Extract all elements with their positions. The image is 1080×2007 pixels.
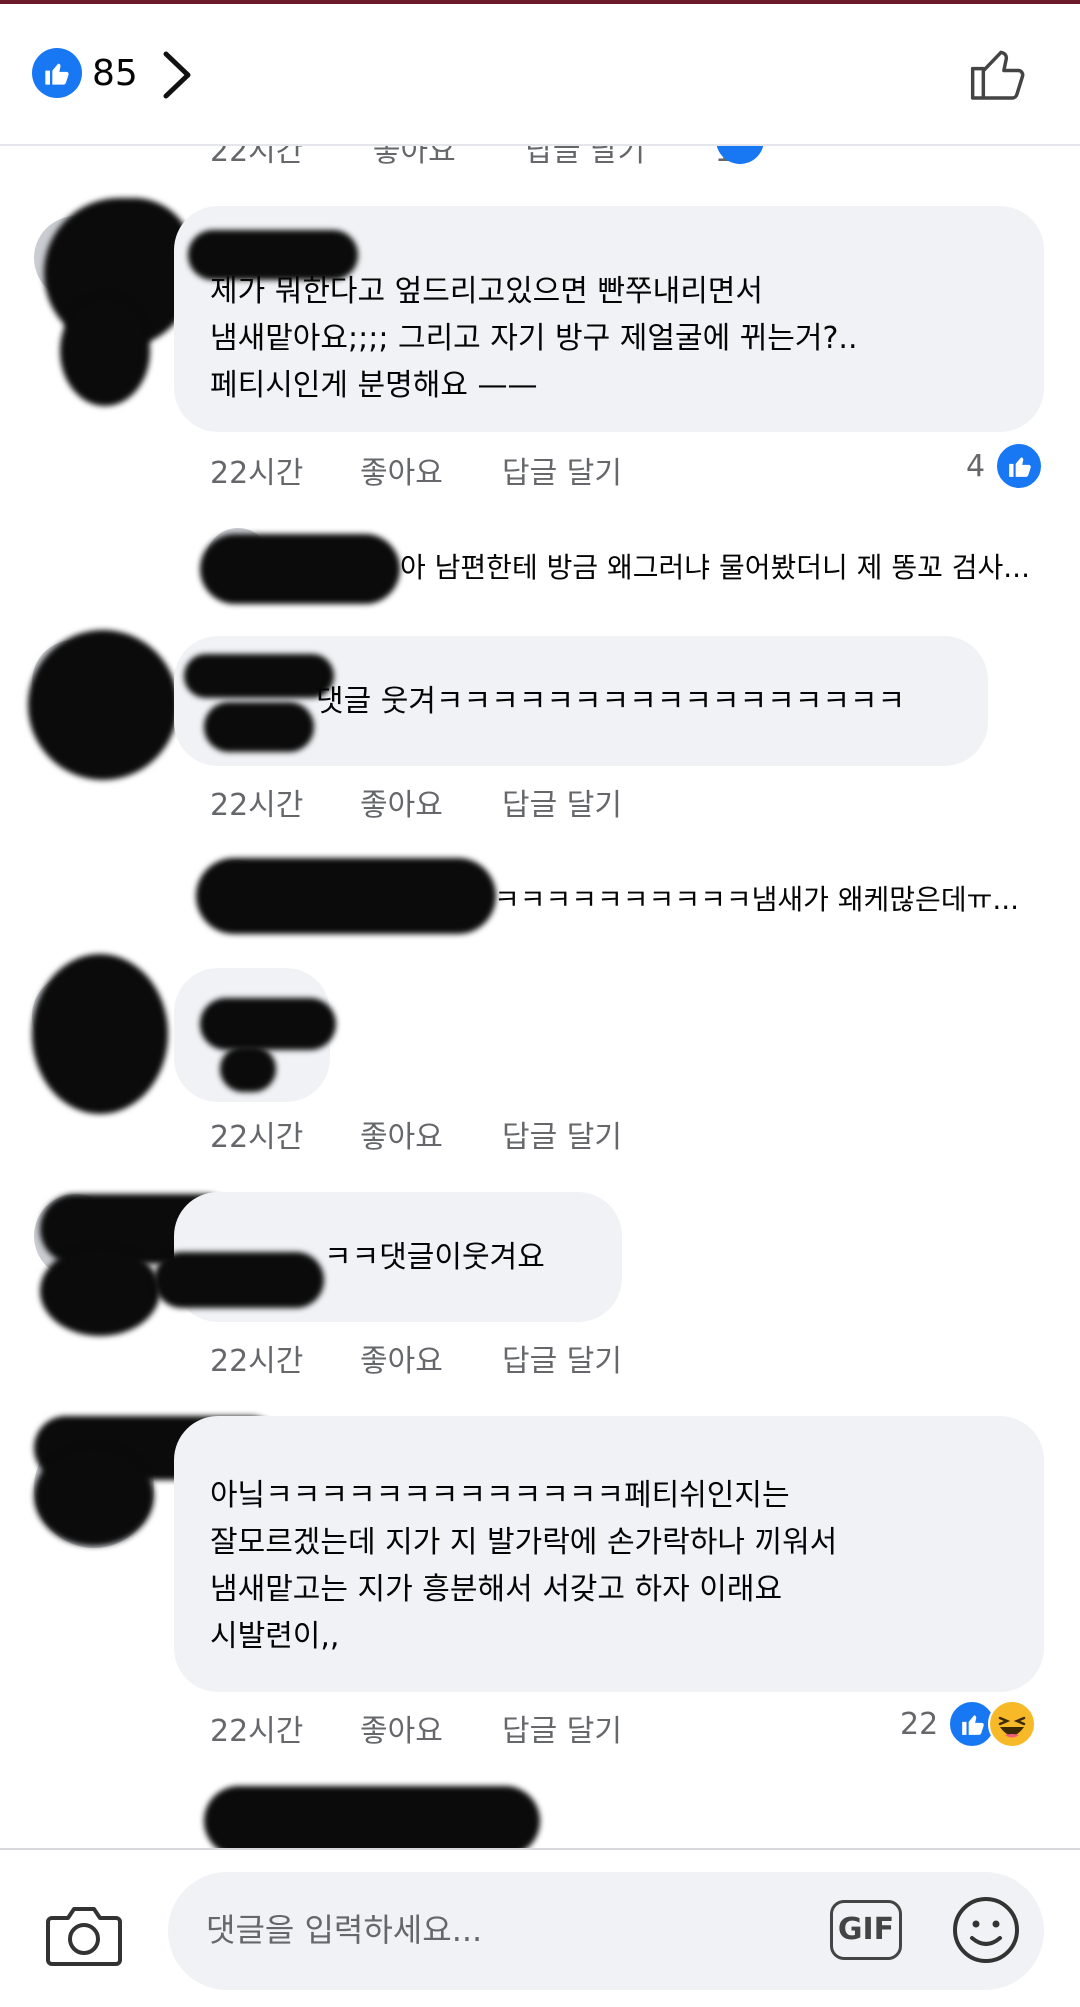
reply-button[interactable]: 답글 달기 [502, 1706, 622, 1750]
comment-bubble[interactable]: 아닠ㅋㅋㅋㅋㅋㅋㅋㅋㅋㅋㅋㅋㅋ페티쉬인지는 잘모르겠는데 지가 지 발가락에 손… [174, 1416, 1044, 1692]
comment-text: 아닠ㅋㅋㅋㅋㅋㅋㅋㅋㅋㅋㅋㅋㅋ페티쉬인지는 [210, 1478, 790, 1513]
comment-meta: 22시간 좋아요 답글 달기 [210, 1706, 622, 1750]
emoji-icon[interactable] [950, 1894, 1022, 1966]
reactions-header: 85 [0, 4, 1080, 146]
comment-feed[interactable]: 22시간 좋아요 답글 달기 1 제가 뭐한다고 엎드리고있으면 빤쭈내리면서 … [0, 146, 1080, 1848]
redaction [196, 858, 496, 934]
gif-button[interactable]: GIF [830, 1900, 902, 1960]
redaction [60, 296, 150, 406]
comment-text: 잘모르겠는데 지가 지 발가락에 손가락하나 끼워서 [210, 1525, 838, 1560]
comment-time: 22시간 [210, 1120, 304, 1155]
comment-text: 댓글 웃겨ㅋㅋㅋㅋㅋㅋㅋㅋㅋㅋㅋㅋㅋㅋㅋㅋㅋ [316, 684, 906, 719]
reaction-count: 22 [900, 1706, 939, 1742]
reply-preview[interactable]: 아 남편한테 방금 왜그러냐 물어봤더니 제 똥꼬 검사... [400, 546, 1030, 586]
comment-meta: 22시간 좋아요 답글 달기 [210, 780, 622, 824]
like-button[interactable]: 좋아요 [360, 780, 502, 824]
comment-text: 시발련이,, [210, 1619, 340, 1654]
redaction [204, 702, 314, 752]
camera-icon[interactable] [46, 1902, 122, 1968]
comment-meta: 22시간 좋아요 답글 달기 [210, 1336, 622, 1380]
comment-text: ㅋㅋ댓글이웃겨요 [324, 1240, 545, 1275]
like-button[interactable]: 좋아요 [360, 1112, 502, 1156]
redaction [154, 1252, 324, 1308]
comment-time: 22시간 [210, 1344, 304, 1379]
comment-text: 냄새맡고는 지가 흥분해서 서갖고 하자 이래요 [210, 1572, 783, 1607]
previous-comment-meta: 22시간 좋아요 답글 달기 1 [210, 146, 794, 170]
reply-button[interactable]: 답글 달기 [502, 780, 622, 824]
comment-reactions[interactable]: 22 [900, 1700, 1037, 1748]
comment-composer-bar: GIF [0, 1848, 1080, 2007]
comment-time: 22시간 [210, 788, 304, 823]
reply-button[interactable]: 답글 달기 [502, 448, 622, 492]
comment-text: 제가 뭐한다고 엎드리고있으면 빤쭈내리면서 [210, 274, 764, 309]
comment-bubble[interactable] [174, 968, 336, 1102]
reply-button[interactable]: 답글 달기 [525, 146, 645, 169]
chevron-right-icon[interactable] [160, 48, 194, 102]
comment-time: 22시간 [210, 1714, 304, 1749]
like-badge-icon[interactable] [32, 48, 82, 98]
redaction [204, 1786, 540, 1848]
comment-input[interactable] [206, 1900, 766, 1960]
comment-meta: 22시간 좋아요 답글 달기 [210, 1112, 622, 1156]
redaction [28, 630, 178, 780]
like-reaction-icon [995, 442, 1044, 490]
comment-text: 페티시인게 분명해요 —— [210, 368, 538, 403]
reply-preview[interactable]: ㅋㅋㅋㅋㅋㅋㅋㅋㅋㅋ냄새가 왜케많은데ㅠ... [494, 878, 1019, 918]
redaction [184, 654, 334, 698]
comment-bubble[interactable]: 제가 뭐한다고 엎드리고있으면 빤쭈내리면서 냄새맡아요;;;; 그리고 자기 … [174, 206, 1044, 432]
haha-reaction-icon [988, 1700, 1037, 1748]
reply-button[interactable]: 답글 달기 [502, 1336, 622, 1380]
comment-reactions[interactable]: 4 [966, 442, 1044, 490]
comment-text: 냄새맡아요;;;; 그리고 자기 방구 제얼굴에 뀌는거?.. [210, 321, 858, 356]
comment-input-box[interactable]: GIF [168, 1872, 1044, 1990]
reply-button[interactable]: 답글 달기 [502, 1112, 622, 1156]
like-button[interactable]: 좋아요 [360, 448, 502, 492]
redaction [220, 1046, 276, 1092]
comment-bubble[interactable]: 댓글 웃겨ㅋㅋㅋㅋㅋㅋㅋㅋㅋㅋㅋㅋㅋㅋㅋㅋㅋ [174, 636, 988, 766]
redaction [200, 534, 400, 604]
comment-meta: 22시간 좋아요 답글 달기 [210, 448, 622, 492]
redaction [34, 1446, 154, 1546]
redaction [40, 1246, 160, 1336]
comment-bubble[interactable]: ㅋㅋ댓글이웃겨요 [154, 1192, 622, 1322]
like-button[interactable]: 좋아요 [360, 1336, 502, 1380]
comment-time: 22시간 [210, 146, 304, 169]
comment-time: 22시간 [210, 456, 304, 491]
like-count[interactable]: 85 [92, 52, 138, 96]
reaction-count: 4 [966, 448, 986, 484]
thumbs-up-outline-icon[interactable] [966, 42, 1030, 106]
redaction [200, 998, 336, 1050]
like-button[interactable]: 좋아요 [373, 146, 456, 169]
redaction [32, 954, 168, 1114]
like-button[interactable]: 좋아요 [360, 1706, 502, 1750]
